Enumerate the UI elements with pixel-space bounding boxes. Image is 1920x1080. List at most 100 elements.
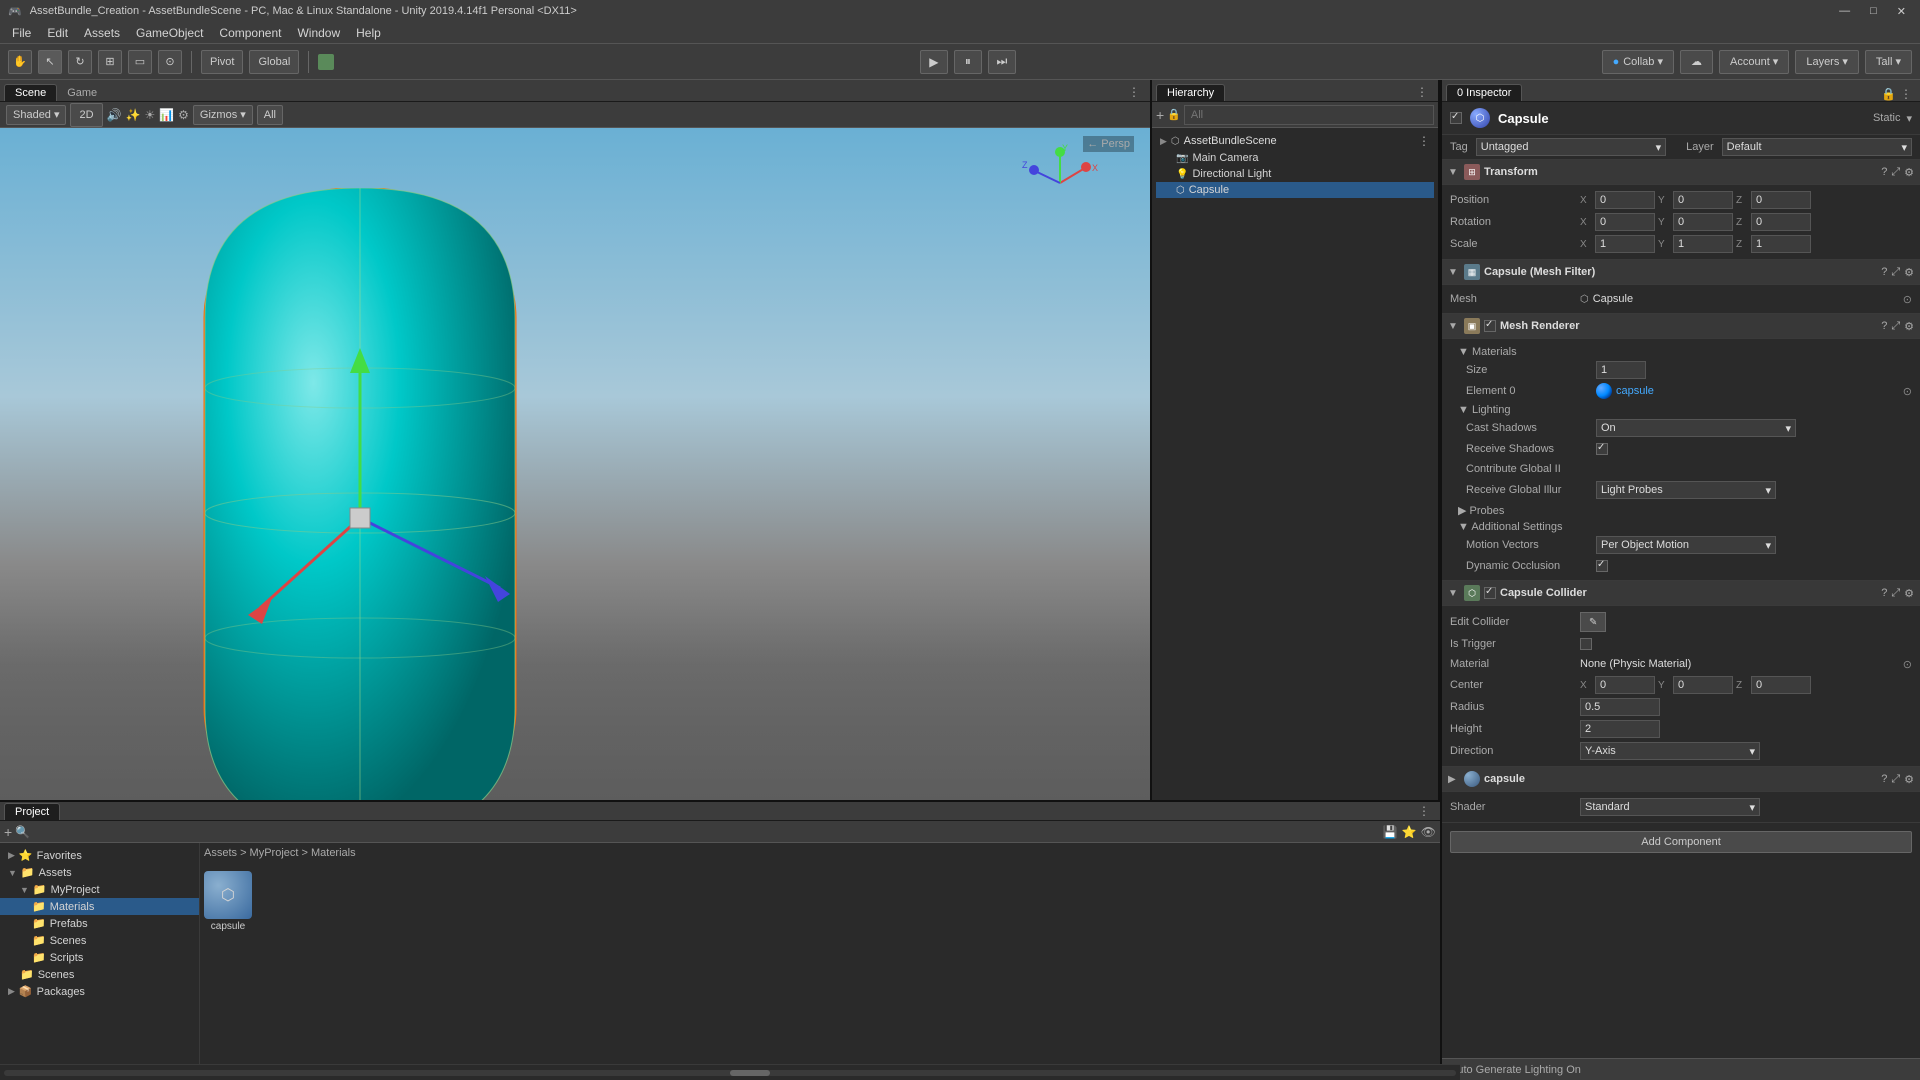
scale-tool[interactable]: ⊞ [98,50,122,74]
collider-info-icon[interactable]: ? [1881,587,1887,600]
is-trigger-checkbox[interactable] [1580,638,1592,650]
element0-pick-icon[interactable]: ⊙ [1903,385,1912,398]
mesh-renderer-header[interactable]: ▼ ▣ Mesh Renderer ? ⤢ ⚙ [1442,314,1920,339]
capsule-collider-enable[interactable] [1484,587,1496,599]
mesh-renderer-enable[interactable] [1484,320,1496,332]
tree-myproject[interactable]: ▼ 📁 MyProject [0,881,199,898]
height-input[interactable] [1580,720,1660,738]
center-z-input[interactable] [1751,676,1811,694]
hierarchy-lock-btn[interactable]: 🔒 [1167,108,1181,121]
transform-info-icon[interactable]: ? [1881,166,1887,179]
axis-gizmo[interactable]: X Y Z [1020,143,1100,226]
tree-prefabs[interactable]: 📁 Prefabs [0,915,199,932]
shader-dropdown[interactable]: Standard ▾ [1580,798,1760,816]
transform-expand-icon[interactable]: ⤢ [1891,166,1900,179]
layer-dropdown[interactable]: Default ▾ [1722,138,1912,156]
mesh-pick-icon[interactable]: ⊙ [1903,293,1912,306]
save-project-icon[interactable]: 💾 [1383,825,1398,839]
dynamic-occlusion-checkbox[interactable] [1596,560,1608,572]
play-button[interactable]: ▶ [920,50,948,74]
center-x-input[interactable] [1595,676,1655,694]
add-hierarchy-btn[interactable]: + [1156,107,1164,123]
mesh-filter-info-icon[interactable]: ? [1881,266,1887,279]
tree-scenes-sub[interactable]: 📁 Scenes [0,932,199,949]
direction-dropdown[interactable]: Y-Axis ▾ [1580,742,1760,760]
material-expand-icon[interactable]: ⤢ [1891,773,1900,786]
hand-tool[interactable]: ✋ [8,50,32,74]
tab-game[interactable]: Game [57,85,107,101]
hierarchy-scene-root[interactable]: ▶ ⬡ AssetBundleScene ⋮ [1156,132,1434,150]
project-more-btn[interactable]: ⋮ [1412,802,1436,820]
pivot-toggle[interactable]: Pivot [201,50,243,74]
rotate-tool[interactable]: ↻ [68,50,92,74]
rotation-x-input[interactable] [1595,213,1655,231]
tree-favorites[interactable]: ▶ ⭐ Favorites [0,847,199,864]
star-project-icon[interactable]: ⭐ [1402,825,1417,839]
inspector-more-btn[interactable]: ⋮ [1900,87,1912,101]
scene-lighting-icon[interactable]: ☀ [144,108,155,122]
gizmos-dropdown[interactable]: Gizmos ▾ [193,105,253,125]
position-x-input[interactable] [1595,191,1655,209]
tree-materials[interactable]: 📁 Materials [0,898,199,915]
tab-scene[interactable]: Scene [4,84,57,101]
layers-button[interactable]: Layers ▾ [1795,50,1859,74]
minimize-button[interactable]: — [1833,5,1856,18]
tab-hierarchy[interactable]: Hierarchy [1156,84,1225,101]
transform-tool[interactable]: ⊙ [158,50,182,74]
scale-y-input[interactable] [1673,235,1733,253]
menu-component[interactable]: Component [211,24,289,42]
edit-collider-button[interactable]: ✎ [1580,612,1606,632]
hierarchy-main-camera[interactable]: 📷 Main Camera [1156,150,1434,166]
menu-file[interactable]: File [4,24,39,42]
account-button[interactable]: Account ▾ [1719,50,1789,74]
scale-z-input[interactable] [1751,235,1811,253]
move-tool[interactable]: ↖ [38,50,62,74]
material-phys-pick-icon[interactable]: ⊙ [1903,658,1912,671]
hierarchy-more-btn[interactable]: ⋮ [1410,83,1434,101]
tree-assets[interactable]: ▼ 📁 Assets [0,864,199,881]
shading-mode-dropdown[interactable]: Shaded ▾ [6,105,66,125]
close-button[interactable]: ✕ [1891,5,1912,18]
tree-scripts[interactable]: 📁 Scripts [0,949,199,966]
project-asset-capsule[interactable]: ⬡ capsule [204,871,252,932]
collider-expand-icon[interactable]: ⤢ [1891,587,1900,600]
audio-icon[interactable]: 🔊 [107,108,122,122]
menu-edit[interactable]: Edit [39,24,76,42]
eye-project-icon[interactable]: 👁 [1421,825,1436,839]
mesh-filter-expand-icon[interactable]: ⤢ [1891,266,1900,279]
fx-icon[interactable]: ✨ [125,108,140,122]
mesh-filter-header[interactable]: ▼ ▦ Capsule (Mesh Filter) ? ⤢ ⚙ [1442,260,1920,285]
layout-button[interactable]: Tall ▾ [1865,50,1912,74]
all-dropdown[interactable]: All [257,105,283,125]
add-project-btn[interactable]: + [4,824,12,840]
capsule-material-header[interactable]: ▶ capsule ? ⤢ ⚙ [1442,767,1920,792]
transform-header[interactable]: ▼ ⊞ Transform ? ⤢ ⚙ [1442,160,1920,185]
panel-more-btn[interactable]: ⋮ [1122,83,1146,101]
hierarchy-directional-light[interactable]: 💡 Directional Light [1156,166,1434,182]
cast-shadows-dropdown[interactable]: On ▾ [1596,419,1796,437]
global-toggle[interactable]: Global [249,50,299,74]
pause-button[interactable]: ⏸ [954,50,982,74]
render-stats-icon[interactable]: 📊 [159,108,174,122]
menu-help[interactable]: Help [348,24,389,42]
rect-tool[interactable]: ▭ [128,50,152,74]
mesh-renderer-gear-icon[interactable]: ⚙ [1904,320,1914,333]
size-input[interactable] [1596,361,1646,379]
2d-toggle[interactable]: 2D [70,103,102,127]
position-z-input[interactable] [1751,191,1811,209]
collider-gear-icon[interactable]: ⚙ [1904,587,1914,600]
material-info-icon[interactable]: ? [1881,773,1887,786]
scale-x-input[interactable] [1595,235,1655,253]
mesh-renderer-info-icon[interactable]: ? [1881,320,1887,333]
search-project-btn[interactable]: 🔍 [15,825,30,839]
rotation-y-input[interactable] [1673,213,1733,231]
material-gear-icon[interactable]: ⚙ [1904,773,1914,786]
scene-viewport[interactable]: X Y Z ← Persp [0,128,1150,800]
hierarchy-search-input[interactable] [1184,105,1434,125]
scene-extra-icon[interactable]: ⚙ [178,108,189,122]
capsule-collider-header[interactable]: ▼ ⬡ Capsule Collider ? ⤢ ⚙ [1442,581,1920,606]
project-scrollbar[interactable] [0,1064,1460,1080]
tag-dropdown[interactable]: Untagged ▾ [1476,138,1666,156]
mesh-renderer-expand-icon[interactable]: ⤢ [1891,320,1900,333]
menu-gameobject[interactable]: GameObject [128,24,211,42]
